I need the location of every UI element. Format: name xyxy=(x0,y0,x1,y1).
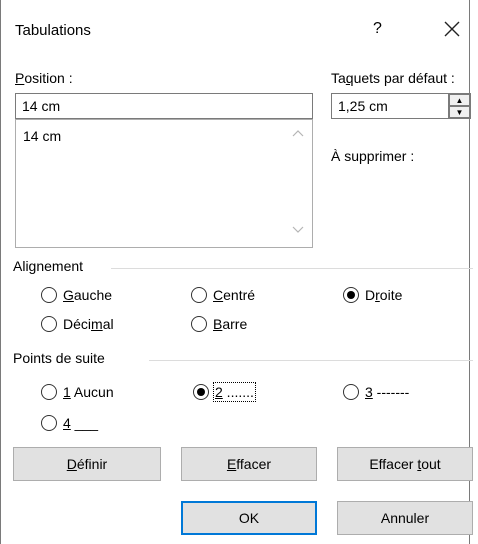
align-right-radio[interactable]: Droite xyxy=(343,287,402,303)
radio-icon[interactable] xyxy=(41,287,57,303)
leader-underline-radio[interactable]: 4 ___ xyxy=(41,415,98,431)
to-delete-label: À supprimer : xyxy=(331,148,415,164)
align-left-radio[interactable]: Gauche xyxy=(41,287,112,303)
leader-divider xyxy=(149,360,473,361)
scroll-up-icon[interactable] xyxy=(292,128,304,140)
radio-icon[interactable] xyxy=(343,384,359,400)
radio-selected-icon[interactable] xyxy=(343,287,359,303)
dialog-title: Tabulations xyxy=(15,22,91,39)
spin-down-icon[interactable]: ▼ xyxy=(449,106,470,118)
define-button[interactable]: Définir xyxy=(13,447,161,481)
scroll-down-icon[interactable] xyxy=(292,225,304,237)
alignment-divider xyxy=(111,268,473,269)
leader-dashes-radio[interactable]: 3 ------- xyxy=(343,384,409,400)
default-tabs-label: Taquets par défaut : xyxy=(331,70,455,86)
help-button[interactable]: ? xyxy=(373,20,382,38)
clear-all-button[interactable]: Effacer tout xyxy=(337,447,473,481)
radio-icon[interactable] xyxy=(191,287,207,303)
radio-selected-icon[interactable] xyxy=(193,384,209,400)
position-list[interactable]: 14 cm xyxy=(15,119,313,248)
position-label: Position : xyxy=(15,70,73,86)
leader-heading: Points de suite xyxy=(13,350,105,366)
leader-dots-radio[interactable]: 2 ....... xyxy=(193,382,256,402)
radio-icon[interactable] xyxy=(41,384,57,400)
default-tabs-spinner[interactable]: ▲ ▼ xyxy=(449,93,471,119)
radio-icon[interactable] xyxy=(41,316,57,332)
align-bar-radio[interactable]: Barre xyxy=(191,316,247,332)
leader-none-radio[interactable]: 1 Aucun xyxy=(41,384,114,400)
default-tabs-input[interactable]: 1,25 cm xyxy=(331,93,449,119)
radio-icon[interactable] xyxy=(41,415,57,431)
ok-button[interactable]: OK xyxy=(181,501,317,535)
align-decimal-radio[interactable]: Décimal xyxy=(41,316,114,332)
close-icon[interactable] xyxy=(441,18,463,40)
cancel-button[interactable]: Annuler xyxy=(337,501,473,535)
radio-icon[interactable] xyxy=(191,316,207,332)
alignment-heading: Alignement xyxy=(13,258,84,274)
align-center-radio[interactable]: Centré xyxy=(191,287,255,303)
tabs-dialog: Tabulations ? Position : 14 cm 14 cm Taq… xyxy=(0,0,473,544)
clear-button[interactable]: Effacer xyxy=(181,447,317,481)
spin-up-icon[interactable]: ▲ xyxy=(449,94,470,106)
position-input[interactable]: 14 cm xyxy=(15,93,313,119)
list-item[interactable]: 14 cm xyxy=(23,128,61,144)
